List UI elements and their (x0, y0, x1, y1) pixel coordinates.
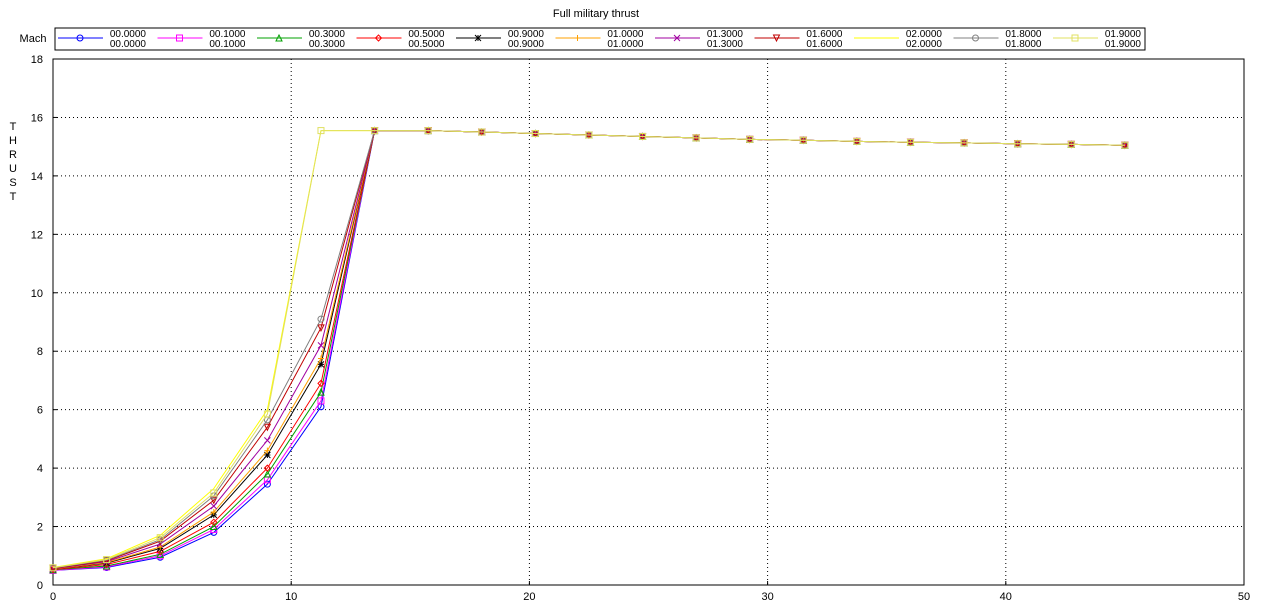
y-tick-label: 10 (31, 288, 43, 300)
y-tick-label: 8 (37, 346, 43, 358)
chart-svg: Full military thrust Mach 00.000000.0000… (9, 8, 1250, 603)
x-tick-label: 0 (50, 591, 56, 603)
legend-label-secondary: 02.0000 (906, 39, 943, 50)
x-tick-label: 20 (523, 591, 535, 603)
x-tick-label: 40 (1000, 591, 1012, 603)
x-tick-label: 30 (761, 591, 773, 603)
legend-label-secondary: 00.9000 (508, 39, 545, 50)
y-tick-label: 18 (31, 54, 43, 66)
y-tick-label: 12 (31, 229, 43, 241)
legend-label-secondary: 01.9000 (1105, 39, 1142, 50)
legend-marker (474, 34, 482, 42)
y-tick-label: 2 (37, 522, 43, 534)
legend-label-secondary: 01.6000 (806, 39, 843, 50)
plot-area (52, 58, 1245, 586)
y-axis-label-text: THRUST (9, 121, 17, 203)
legend-label-secondary: 01.3000 (707, 39, 744, 50)
y-tick-label: 16 (31, 112, 43, 124)
legend-label-secondary: 00.5000 (408, 39, 445, 50)
y-tick-label: 14 (31, 171, 43, 183)
y-tick-label: 6 (37, 405, 43, 417)
legend-title: Mach (20, 33, 47, 45)
y-tick-label: 4 (37, 463, 43, 475)
chart-title: Full military thrust (553, 8, 639, 20)
legend-label-secondary: 00.0000 (110, 39, 147, 50)
legend-label-secondary: 01.0000 (607, 39, 644, 50)
x-tick-label: 10 (285, 591, 297, 603)
x-tick-label: 50 (1238, 591, 1250, 603)
legend-label-secondary: 01.8000 (1005, 39, 1042, 50)
y-axis-label: THRUST (9, 121, 17, 203)
legend-label-secondary: 00.1000 (209, 39, 246, 50)
legend-label-secondary: 00.3000 (309, 39, 346, 50)
y-tick-label: 0 (37, 580, 43, 592)
